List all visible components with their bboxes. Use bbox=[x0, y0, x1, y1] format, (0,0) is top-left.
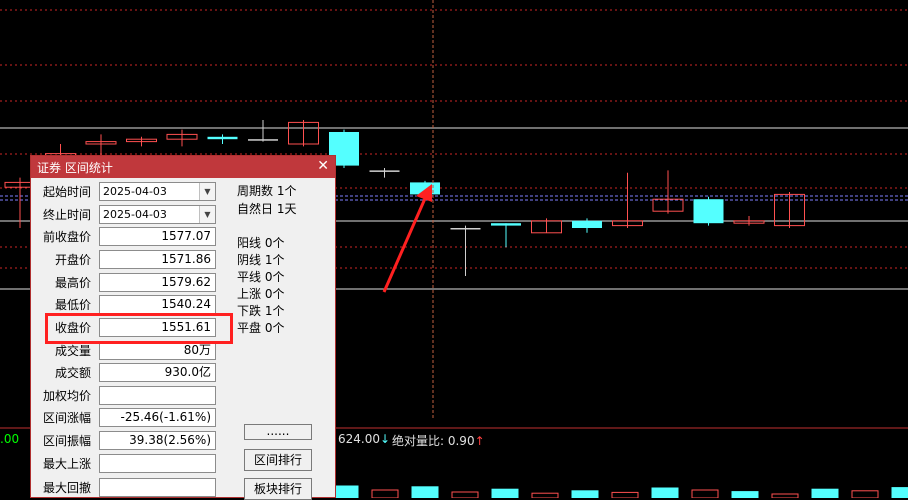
end-time-label: 终止时间 bbox=[42, 207, 91, 222]
field-label: 前收盘价 bbox=[42, 229, 91, 244]
stat-down-candles: 阴线 1个 bbox=[237, 253, 285, 267]
field-row-max-rise: 最大上涨 bbox=[31, 452, 216, 474]
volume-bar bbox=[691, 489, 719, 498]
start-time-picker[interactable]: 2025-04-03 ▼ bbox=[99, 181, 216, 201]
volume-bar bbox=[411, 486, 439, 498]
field-value bbox=[99, 385, 216, 405]
start-time-row: 起始时间 2025-04-03 ▼ bbox=[31, 180, 216, 202]
field-value: 1540.24 bbox=[99, 294, 216, 314]
candle-body bbox=[491, 223, 521, 226]
stat-up-candles: 阳线 0个 bbox=[237, 236, 285, 250]
up-arrow-icon: ↑ bbox=[474, 434, 485, 448]
dialog-titlebar[interactable]: 证券 区间统计 ✕ bbox=[31, 156, 335, 178]
volume-bar bbox=[731, 491, 759, 498]
field-value: 39.38(2.56%) bbox=[99, 430, 216, 450]
end-time-value: 2025-04-03 bbox=[103, 207, 167, 221]
field-label: 加权均价 bbox=[42, 388, 91, 403]
volume-bar bbox=[491, 488, 519, 498]
field-row-low: 最低价 1540.24 bbox=[31, 293, 216, 315]
field-row-range-amplitude: 区间振幅 39.38(2.56%) bbox=[31, 429, 216, 451]
volume-bar bbox=[531, 492, 559, 498]
start-time-label: 起始时间 bbox=[42, 184, 91, 199]
field-value bbox=[99, 477, 216, 497]
field-label: 最低价 bbox=[54, 297, 91, 312]
field-label: 成交量 bbox=[54, 343, 91, 358]
field-label: 最大上涨 bbox=[42, 456, 91, 471]
sector-rank-button[interactable]: 板块排行 bbox=[244, 478, 312, 500]
dialog-title: 证券 区间统计 bbox=[37, 160, 113, 175]
field-row-amount: 成交额 930.0亿 bbox=[31, 361, 216, 383]
volume-bar bbox=[771, 493, 799, 498]
field-value: 1577.07 bbox=[99, 226, 216, 246]
field-value: 1579.62 bbox=[99, 272, 216, 292]
close-icon[interactable]: ✕ bbox=[317, 158, 329, 174]
down-arrow-icon: ↓ bbox=[380, 432, 391, 446]
stat-unchanged: 平盘 0个 bbox=[237, 321, 285, 335]
candle-body bbox=[693, 199, 724, 224]
status-price: 624.00 bbox=[338, 432, 380, 446]
field-value: -25.46(-1.61%) bbox=[99, 407, 216, 427]
range-rank-button[interactable]: 区间排行 bbox=[244, 449, 312, 471]
field-label: 最高价 bbox=[54, 275, 91, 290]
volume-bar bbox=[571, 490, 599, 498]
field-label: 区间振幅 bbox=[42, 433, 91, 448]
more-button[interactable]: ...... bbox=[244, 424, 312, 440]
candle-body bbox=[572, 220, 602, 228]
start-time-value: 2025-04-03 bbox=[103, 184, 167, 198]
close-price-highlight-box bbox=[45, 313, 233, 344]
volume-ratio: 绝对量比: 0.90↑ bbox=[392, 432, 485, 449]
volume-bar bbox=[611, 491, 639, 498]
field-label: 成交额 bbox=[54, 365, 91, 380]
volume-bar bbox=[851, 490, 879, 498]
status-left-value: .00 bbox=[0, 432, 20, 446]
field-row-prev-close: 前收盘价 1577.07 bbox=[31, 225, 216, 247]
volume-bar bbox=[651, 487, 679, 498]
field-row-max-drawdown: 最大回撤 bbox=[31, 476, 216, 498]
volume-bar bbox=[891, 487, 908, 498]
period-count: 周期数 1个 bbox=[237, 184, 297, 198]
field-label: 开盘价 bbox=[54, 252, 91, 267]
volume-bar bbox=[371, 489, 399, 498]
field-row-open: 开盘价 1571.86 bbox=[31, 248, 216, 270]
candle-body bbox=[207, 136, 238, 140]
field-row-high: 最高价 1579.62 bbox=[31, 271, 216, 293]
candle-body bbox=[369, 170, 400, 172]
natural-days: 自然日 1天 bbox=[237, 202, 297, 216]
annotation-arrow bbox=[382, 193, 429, 293]
chevron-down-icon[interactable]: ▼ bbox=[199, 182, 215, 200]
status-value: 624.00↓ bbox=[338, 432, 390, 446]
field-row-weighted-avg: 加权均价 bbox=[31, 384, 216, 406]
field-label: 最大回撤 bbox=[42, 480, 91, 495]
volume-bar bbox=[811, 488, 839, 498]
volume-bar bbox=[451, 491, 479, 498]
field-value bbox=[99, 453, 216, 473]
volume-ratio-label: 绝对量比: 0.90 bbox=[392, 434, 475, 448]
end-time-row: 终止时间 2025-04-03 ▼ bbox=[31, 203, 216, 225]
stat-flat-candles: 平线 0个 bbox=[237, 270, 285, 284]
field-value: 1571.86 bbox=[99, 249, 216, 269]
field-value: 930.0亿 bbox=[99, 362, 216, 382]
chevron-down-icon[interactable]: ▼ bbox=[199, 205, 215, 223]
stat-fall: 下跌 1个 bbox=[237, 304, 285, 318]
candle-body bbox=[248, 139, 278, 141]
volume-bars bbox=[331, 485, 908, 498]
field-row-range-change: 区间涨幅 -25.46(-1.61%) bbox=[31, 406, 216, 428]
end-time-picker[interactable]: 2025-04-03 ▼ bbox=[99, 204, 216, 224]
candle-body bbox=[450, 228, 481, 230]
field-label: 区间涨幅 bbox=[42, 410, 91, 425]
stat-rise: 上涨 0个 bbox=[237, 287, 285, 301]
